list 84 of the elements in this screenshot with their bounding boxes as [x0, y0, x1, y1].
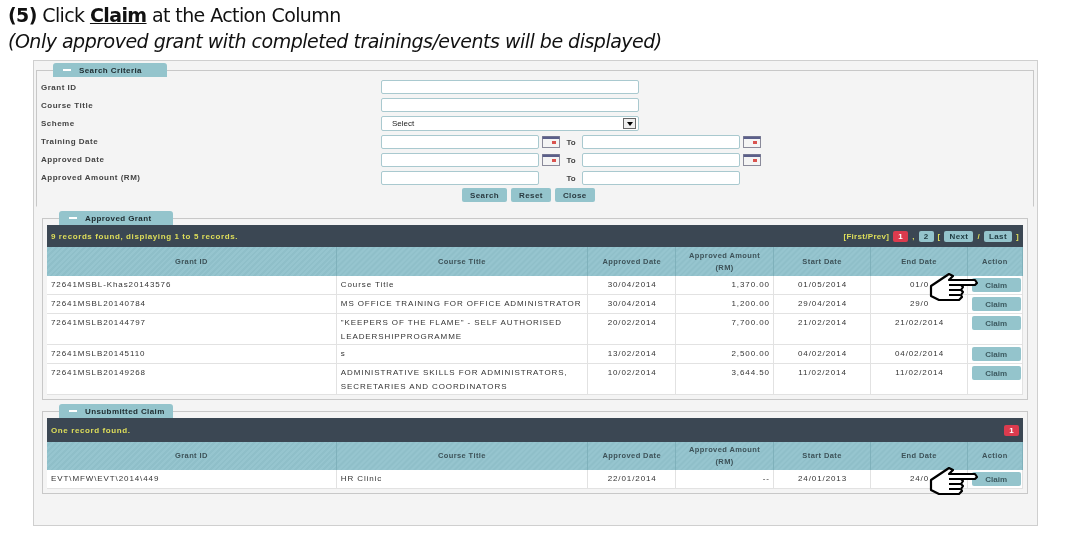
field-label: Course Title — [41, 100, 95, 112]
to-label: To — [565, 137, 577, 147]
table-cell: 24/0 — [870, 470, 968, 489]
text-field[interactable] — [381, 80, 639, 94]
table-cell: 72641MSBL20140784 — [47, 294, 337, 314]
text-field[interactable] — [381, 98, 639, 112]
field-label: Approved Amount (RM) — [41, 172, 142, 184]
table-cell: 2,500.00 — [675, 344, 774, 364]
field-label: Training Date — [41, 136, 100, 148]
claim-button[interactable]: Claim — [971, 347, 1021, 361]
amount-field[interactable] — [582, 171, 740, 185]
table-cell: 72641MSLB20145110 — [47, 344, 337, 364]
table-cell: 30/04/2014 — [587, 294, 676, 314]
to-label: To — [565, 173, 577, 183]
table-cell: 11/02/2014 — [773, 363, 871, 395]
table-cell: MS OFFICE TRAINING FOR OFFICE ADMINISTRATOR — [336, 294, 588, 314]
table-cell: 10/02/2014 — [587, 363, 676, 395]
table-cell: s — [336, 344, 588, 364]
claim-button[interactable]: Claim — [971, 297, 1021, 311]
claim-button[interactable]: Claim — [971, 366, 1021, 380]
table-cell: 04/02/2014 — [773, 344, 871, 364]
table-cell: 29/0 — [870, 294, 968, 314]
table-cell: 1,370.00 — [675, 276, 774, 295]
section-tab[interactable]: Approved Grant — [59, 211, 173, 225]
claim-button[interactable]: Claim — [971, 278, 1021, 292]
table-cell: Course Title — [336, 276, 588, 295]
table-cell: 29/04/2014 — [773, 294, 871, 314]
table-cell: HR Clinic — [336, 470, 588, 489]
caret-icon — [626, 121, 633, 126]
form-button[interactable]: Search — [462, 188, 508, 202]
table-cell: 72641MSBL-Khas20143576 — [47, 276, 337, 295]
page-button[interactable]: 2 — [918, 230, 934, 242]
calendar-icon[interactable] — [542, 154, 560, 166]
pager-text: , — [912, 231, 915, 241]
table-cell: 72641MSLB20144797 — [47, 313, 337, 345]
table-cell: 01/0 — [870, 276, 968, 295]
date-field[interactable] — [381, 135, 539, 149]
table-cell: 30/04/2014 — [587, 276, 676, 295]
table-cell: 01/05/2014 — [773, 276, 871, 295]
date-field[interactable] — [582, 135, 740, 149]
table-cell: -- — [675, 470, 774, 489]
form-button[interactable]: Reset — [511, 188, 551, 202]
table-cell: 3,644.50 — [675, 363, 774, 395]
page-button[interactable]: Last — [983, 230, 1013, 242]
table-cell: 7,700.00 — [675, 313, 774, 345]
table-cell: 24/01/2013 — [773, 470, 871, 489]
scheme-dropdown[interactable]: Select — [381, 116, 639, 131]
field-label: Approved Date — [41, 154, 106, 166]
records-summary: One record found. — [51, 425, 131, 435]
calendar-icon[interactable] — [542, 136, 560, 148]
calendar-icon[interactable] — [743, 136, 761, 148]
pager-text: [First/Prev] — [843, 231, 890, 241]
table-cell: 21/02/2014 — [870, 313, 968, 345]
page-button[interactable]: 1 — [893, 230, 909, 242]
calendar-icon[interactable] — [743, 154, 761, 166]
pager-text: / — [977, 231, 980, 241]
table-cell: 04/02/2014 — [870, 344, 968, 364]
amount-field[interactable] — [381, 171, 539, 185]
table-cell: 22/01/2014 — [587, 470, 676, 489]
form-button[interactable]: Close — [554, 188, 595, 202]
section-tab[interactable]: Search Criteria — [53, 63, 167, 77]
to-label: To — [565, 155, 577, 165]
page-button[interactable]: 1 — [1004, 424, 1019, 436]
section-tab[interactable]: Unsubmitted Claim — [59, 404, 173, 418]
field-label: Grant ID — [41, 82, 78, 94]
table-cell: 21/02/2014 — [773, 313, 871, 345]
records-summary: 9 records found, displaying 1 to 5 records. — [51, 231, 239, 241]
table-cell: ADMINISTRATIVE SKILLS FOR ADMINISTRATORS, SECRETARIES AND COORDINATORS — [336, 363, 588, 395]
date-field[interactable] — [381, 153, 539, 167]
field-label: Scheme — [41, 118, 76, 130]
instruction-note: (Only approved grant with completed trainings/events will be displayed) — [8, 29, 663, 54]
table-cell: 11/02/2014 — [870, 363, 968, 395]
instruction-heading: (5) Click Claim at the Action Column — [8, 3, 342, 28]
claim-button[interactable]: Claim — [971, 472, 1021, 486]
table-cell: 20/02/2014 — [587, 313, 676, 345]
table-cell: 1,200.00 — [675, 294, 774, 314]
table-cell: 13/02/2014 — [587, 344, 676, 364]
page-button[interactable]: Next — [944, 230, 974, 242]
table-cell: EVT\MFW\EVT\2014\449 — [47, 470, 337, 489]
table-cell: 72641MSLB20149268 — [47, 363, 337, 395]
date-field[interactable] — [582, 153, 740, 167]
pager-text: [ — [937, 231, 941, 241]
claim-button[interactable]: Claim — [971, 316, 1021, 330]
pager-text: ] — [1016, 231, 1019, 241]
